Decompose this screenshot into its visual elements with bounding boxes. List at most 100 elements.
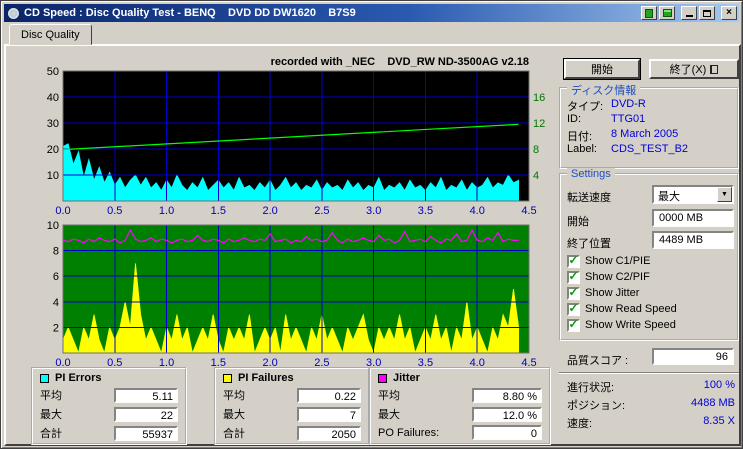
quality-charts: 50 40 30 20 10 16 12 8 4 0.0 0.5 1.0 1.5 2.0 2.5 3.0 3.5…	[47, 66, 546, 369]
legend-value: 22	[114, 406, 178, 422]
exit-icon	[710, 64, 719, 74]
legend-label: 合計	[40, 428, 62, 440]
legend-value: 7	[297, 406, 361, 422]
svg-text:8: 8	[533, 144, 539, 156]
position-value: 4488 MB	[690, 397, 735, 409]
jitter-legend: Jitter 平均 8.80 % 最大 12.0 % PO Failures: …	[369, 367, 551, 445]
pi-errors-legend-title: PI Errors	[40, 372, 185, 384]
show-read-speed-row: ✓ Show Read Speed	[567, 302, 677, 316]
legend-row: 合計 55937	[33, 425, 185, 441]
checkbox-show-c2-pif[interactable]: ✓	[567, 270, 580, 284]
start-position-input[interactable]	[652, 209, 734, 227]
legend-row: 合計 2050	[216, 425, 368, 441]
disc-date-value: 8 March 2005	[611, 128, 679, 140]
progress-value: 100 %	[703, 379, 735, 391]
start-button-label: 開始	[591, 64, 613, 76]
legend-label: 最大	[378, 409, 400, 421]
checkbox-show-read-speed[interactable]: ✓	[567, 302, 580, 316]
app-icon	[7, 6, 20, 20]
svg-text:30: 30	[47, 118, 59, 130]
jitter-legend-title: Jitter	[378, 372, 549, 384]
disc-label-value: CDS_TEST_B2	[611, 143, 689, 155]
legend-name: PI Errors	[55, 372, 102, 384]
disc-label-row: Label: CDS_TEST_B2	[567, 143, 735, 156]
svg-text:2.0: 2.0	[262, 205, 277, 217]
disc-type-label: タイプ:	[567, 101, 604, 113]
speed-label: 転送速度	[567, 192, 611, 204]
legend-value: 12.0 %	[472, 406, 542, 422]
save-button[interactable]	[659, 6, 675, 20]
disc-date-row: 日付: 8 March 2005	[567, 128, 735, 143]
quality-score-field: 96	[652, 348, 734, 365]
checkbox-show-c1-pie[interactable]: ✓	[567, 252, 580, 268]
legend-label: 平均	[40, 390, 62, 402]
exit-button-label: 終了(X)	[669, 64, 707, 76]
legend-value: 5.11	[114, 387, 178, 403]
end-position-input[interactable]	[652, 231, 734, 249]
legend-name: PI Failures	[238, 372, 294, 384]
svg-text:50: 50	[47, 66, 59, 78]
svg-text:0.0: 0.0	[55, 205, 70, 217]
pi-errors-swatch	[40, 373, 49, 383]
svg-text:4.0: 4.0	[470, 205, 485, 217]
legend-label: 最大	[40, 409, 62, 421]
svg-text:3.5: 3.5	[418, 205, 433, 217]
legend-row: 平均 8.80 %	[371, 387, 549, 403]
app-window: CD Speed : Disc Quality Test - BENQ DVD …	[0, 0, 743, 449]
svg-text:20: 20	[47, 144, 59, 156]
svg-text:4: 4	[533, 170, 539, 182]
svg-text:1.0: 1.0	[159, 205, 174, 217]
legend-label: PO Failures:	[378, 426, 440, 439]
exit-button[interactable]: 終了(X)	[649, 59, 739, 79]
checkbox-label: Show Jitter	[585, 287, 640, 299]
svg-text:8: 8	[53, 246, 59, 258]
minimize-button[interactable]	[681, 6, 697, 20]
disc-info-group-label: ディスク情報	[567, 82, 641, 98]
disc-id-value: TTG01	[611, 113, 646, 125]
legend-row: 平均 5.11	[33, 387, 185, 403]
legend-label: 合計	[223, 428, 245, 440]
legend-row: 最大 12.0 %	[371, 406, 549, 422]
check-icon: ✓	[568, 252, 579, 267]
svg-text:40: 40	[47, 92, 59, 104]
legend-label: 最大	[223, 409, 245, 421]
copy-button[interactable]	[641, 6, 657, 20]
progress-row: 進行状況: 100 %	[567, 379, 735, 395]
speed-status-value: 8.35 X	[703, 415, 735, 427]
separator	[559, 372, 739, 374]
jitter-swatch	[378, 373, 387, 383]
maximize-button[interactable]	[699, 6, 715, 20]
window-title: CD Speed : Disc Quality Test - BENQ DVD …	[24, 7, 356, 19]
check-icon: ✓	[568, 284, 579, 299]
titlebar-buttons: ×	[641, 6, 737, 20]
pi-failures-swatch	[223, 373, 232, 383]
dropdown-arrow-icon[interactable]: ▼	[717, 187, 732, 202]
maximize-icon	[703, 9, 711, 17]
settings-group-label: Settings	[567, 168, 615, 180]
legend-value: 55937	[114, 425, 178, 441]
pi-failures-legend-title: PI Failures	[223, 372, 368, 384]
svg-text:4.5: 4.5	[521, 205, 536, 217]
checkbox-label: Show C2/PIF	[585, 271, 650, 283]
speed-status-label: 速度:	[567, 418, 593, 430]
show-jitter-row: ✓ Show Jitter	[567, 286, 639, 300]
legend-row: PO Failures: 0	[371, 425, 549, 440]
speed-select[interactable]: 最大 ▼	[652, 185, 734, 204]
legend-value: 0	[472, 425, 542, 440]
svg-text:6: 6	[53, 271, 59, 283]
checkbox-show-write-speed[interactable]: ✓	[567, 316, 580, 332]
position-row: ポジション: 4488 MB	[567, 397, 735, 413]
disc-id-row: ID: TTG01	[567, 113, 735, 126]
tab-disc-quality[interactable]: Disc Quality	[9, 24, 92, 45]
checkbox-show-jitter[interactable]: ✓	[567, 284, 580, 300]
checkbox-label: Show C1/PIE	[585, 255, 651, 267]
svg-text:0.5: 0.5	[107, 205, 122, 217]
speed-select-value: 最大	[654, 187, 717, 203]
legend-label: 平均	[378, 390, 400, 402]
close-button[interactable]: ×	[721, 6, 737, 20]
progress-label: 進行状況:	[567, 382, 615, 394]
legend-value: 0.22	[297, 387, 361, 403]
speed-row: 速度: 8.35 X	[567, 415, 735, 431]
start-button[interactable]: 開始	[564, 59, 640, 79]
check-icon: ✓	[568, 316, 579, 331]
